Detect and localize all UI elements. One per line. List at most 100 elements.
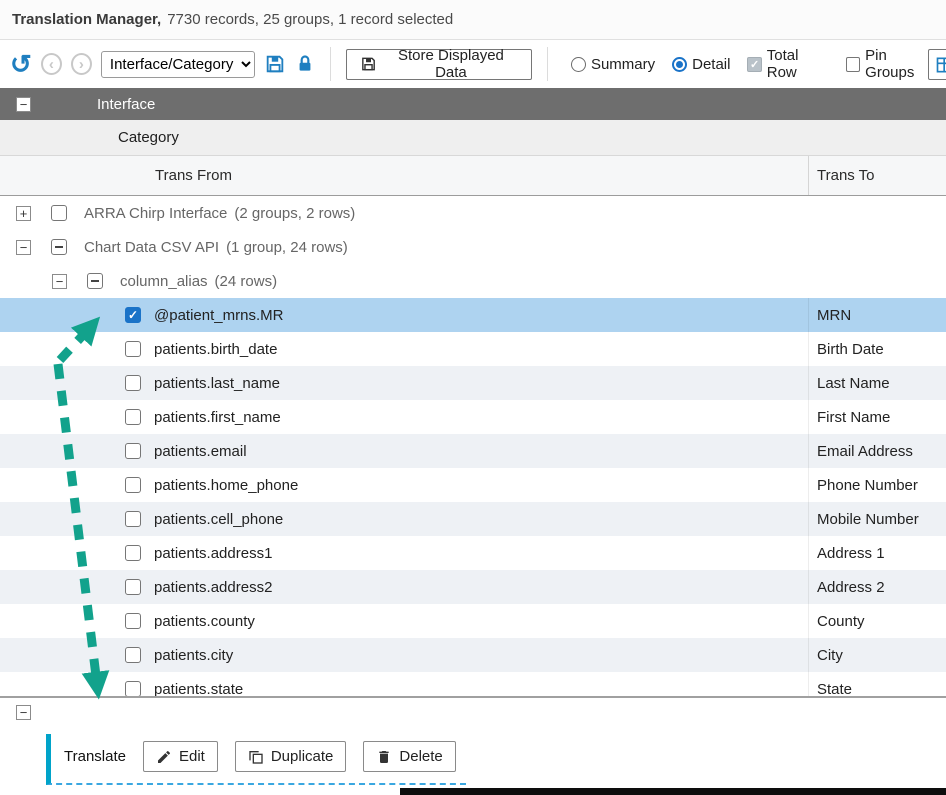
duplicate-button[interactable]: Duplicate xyxy=(235,741,347,772)
toolbar: ↺ ‹ › Interface/Category Store Displayed… xyxy=(0,40,946,88)
column-header-trans-from[interactable]: Trans From xyxy=(0,156,808,195)
trans-from-cell[interactable]: patients.last_name xyxy=(0,366,808,400)
trans-to-cell[interactable]: State xyxy=(808,672,946,696)
trans-from-cell[interactable]: patients.birth_date xyxy=(0,332,808,366)
collapse-icon[interactable]: − xyxy=(52,274,67,289)
save-icon[interactable] xyxy=(264,53,286,75)
trans-to-cell[interactable]: Address 1 xyxy=(808,536,946,570)
total-row-checkbox[interactable]: ✓ xyxy=(747,57,761,72)
trans-from-cell[interactable]: patients.first_name xyxy=(0,400,808,434)
trans-to-cell[interactable]: Email Address xyxy=(808,434,946,468)
total-row-checkbox-group[interactable]: ✓ Total Row xyxy=(747,47,828,81)
translation-row[interactable]: ✓@patient_mrns.MRMRN xyxy=(0,298,946,332)
row-checkbox[interactable] xyxy=(51,239,67,255)
row-checkbox[interactable] xyxy=(125,613,141,629)
edit-button-label: Edit xyxy=(179,748,205,765)
trans-from-value: patients.county xyxy=(154,613,255,630)
bottom-window-edge xyxy=(400,788,946,795)
collapse-footer-icon[interactable]: − xyxy=(16,705,31,720)
trans-from-cell[interactable]: patients.city xyxy=(0,638,808,672)
trans-from-value: patients.last_name xyxy=(154,375,280,392)
back-icon[interactable]: ‹ xyxy=(41,53,62,75)
trans-to-cell[interactable]: First Name xyxy=(808,400,946,434)
row-checkbox[interactable] xyxy=(51,205,67,221)
translation-row[interactable]: patients.cell_phone Mobile Number xyxy=(0,502,946,536)
trans-from-cell[interactable]: patients.state xyxy=(0,672,808,696)
trans-to-cell[interactable]: Phone Number xyxy=(808,468,946,502)
page-title: Translation Manager, xyxy=(12,11,161,28)
undo-icon[interactable]: ↺ xyxy=(10,51,32,77)
group-row[interactable]: −column_alias(24 rows) xyxy=(0,264,946,298)
translate-panel: Translate Edit Duplicate Delete xyxy=(46,734,466,785)
trans-from-cell[interactable]: ✓@patient_mrns.MR xyxy=(0,298,808,332)
translation-row[interactable]: patients.birth_dateBirth Date xyxy=(0,332,946,366)
row-checkbox[interactable] xyxy=(125,409,141,425)
trans-to-cell[interactable]: MRN xyxy=(808,298,946,332)
trans-to-value: City xyxy=(817,647,843,664)
group-row[interactable]: +ARRA Chirp Interface(2 groups, 2 rows) xyxy=(0,196,946,230)
row-checkbox[interactable] xyxy=(125,341,141,357)
translation-row[interactable]: patients.county County xyxy=(0,604,946,638)
summary-radio[interactable] xyxy=(571,57,586,72)
row-checkbox[interactable] xyxy=(125,545,141,561)
translation-row[interactable]: patients.first_name First Name xyxy=(0,400,946,434)
trans-to-cell[interactable]: Address 2 xyxy=(808,570,946,604)
row-checkbox[interactable] xyxy=(87,273,103,289)
lock-icon[interactable] xyxy=(295,54,315,74)
edit-button[interactable]: Edit xyxy=(143,741,218,772)
trans-from-value: patients.first_name xyxy=(154,409,281,426)
forward-icon[interactable]: › xyxy=(71,53,92,75)
pin-groups-checkbox-group[interactable]: Pin Groups xyxy=(846,47,936,81)
interface-header-label: Interface xyxy=(97,96,155,113)
group-row[interactable]: −Chart Data CSV API(1 group, 24 rows) xyxy=(0,230,946,264)
trans-from-cell[interactable]: patients.address1 xyxy=(0,536,808,570)
translation-row[interactable]: patients.last_name Last Name xyxy=(0,366,946,400)
translation-row[interactable]: patients.address1Address 1 xyxy=(0,536,946,570)
trans-from-value: patients.state xyxy=(154,681,243,697)
group-meta: (2 groups, 2 rows) xyxy=(234,205,355,222)
pin-groups-label: Pin Groups xyxy=(865,47,936,81)
translation-row[interactable]: patients.address2Address 2 xyxy=(0,570,946,604)
row-checkbox[interactable] xyxy=(125,443,141,459)
detail-radio-group[interactable]: Detail xyxy=(672,56,730,73)
view-mode-select[interactable]: Interface/Category xyxy=(101,51,255,78)
translation-row[interactable]: patients.home_phonePhone Number xyxy=(0,468,946,502)
trans-to-value: County xyxy=(817,613,865,630)
trans-from-cell[interactable]: patients.cell_phone xyxy=(0,502,808,536)
trans-from-cell[interactable]: patients.county xyxy=(0,604,808,638)
trans-to-cell[interactable]: Mobile Number xyxy=(808,502,946,536)
translation-row[interactable]: patients.state State xyxy=(0,672,946,696)
row-checkbox[interactable] xyxy=(125,579,141,595)
trans-to-cell[interactable]: Birth Date xyxy=(808,332,946,366)
trans-from-cell[interactable]: patients.address2 xyxy=(0,570,808,604)
column-header-trans-to[interactable]: Trans To xyxy=(808,156,946,195)
pin-groups-checkbox[interactable] xyxy=(846,57,860,72)
row-checkbox[interactable] xyxy=(125,375,141,391)
collapse-icon[interactable]: − xyxy=(16,240,31,255)
trans-to-value: Mobile Number xyxy=(817,511,919,528)
trans-to-cell[interactable]: Last Name xyxy=(808,366,946,400)
copy-icon xyxy=(248,749,264,765)
row-checkbox[interactable] xyxy=(125,477,141,493)
row-checkbox[interactable] xyxy=(125,511,141,527)
translation-row[interactable]: patients.city City xyxy=(0,638,946,672)
trans-to-cell[interactable]: County xyxy=(808,604,946,638)
expand-icon[interactable]: + xyxy=(16,206,31,221)
total-row-label: Total Row xyxy=(767,47,829,81)
record-summary: 7730 records, 25 groups, 1 record select… xyxy=(167,11,453,28)
detail-radio[interactable] xyxy=(672,57,687,72)
trans-to-header-label: Trans To xyxy=(817,167,875,184)
row-checkbox[interactable] xyxy=(125,681,141,696)
duplicate-button-label: Duplicate xyxy=(271,748,334,765)
delete-button[interactable]: Delete xyxy=(363,741,455,772)
translation-row[interactable]: patients.emailEmail Address xyxy=(0,434,946,468)
row-checkbox[interactable] xyxy=(125,647,141,663)
store-displayed-data-button[interactable]: Store Displayed Data xyxy=(346,49,532,80)
trans-from-cell[interactable]: patients.email xyxy=(0,434,808,468)
table-view-button[interactable] xyxy=(928,49,946,80)
row-checkbox[interactable]: ✓ xyxy=(125,307,141,323)
trans-to-cell[interactable]: City xyxy=(808,638,946,672)
collapse-interface-icon[interactable]: − xyxy=(16,97,31,112)
summary-radio-group[interactable]: Summary xyxy=(571,56,655,73)
trans-from-cell[interactable]: patients.home_phone xyxy=(0,468,808,502)
